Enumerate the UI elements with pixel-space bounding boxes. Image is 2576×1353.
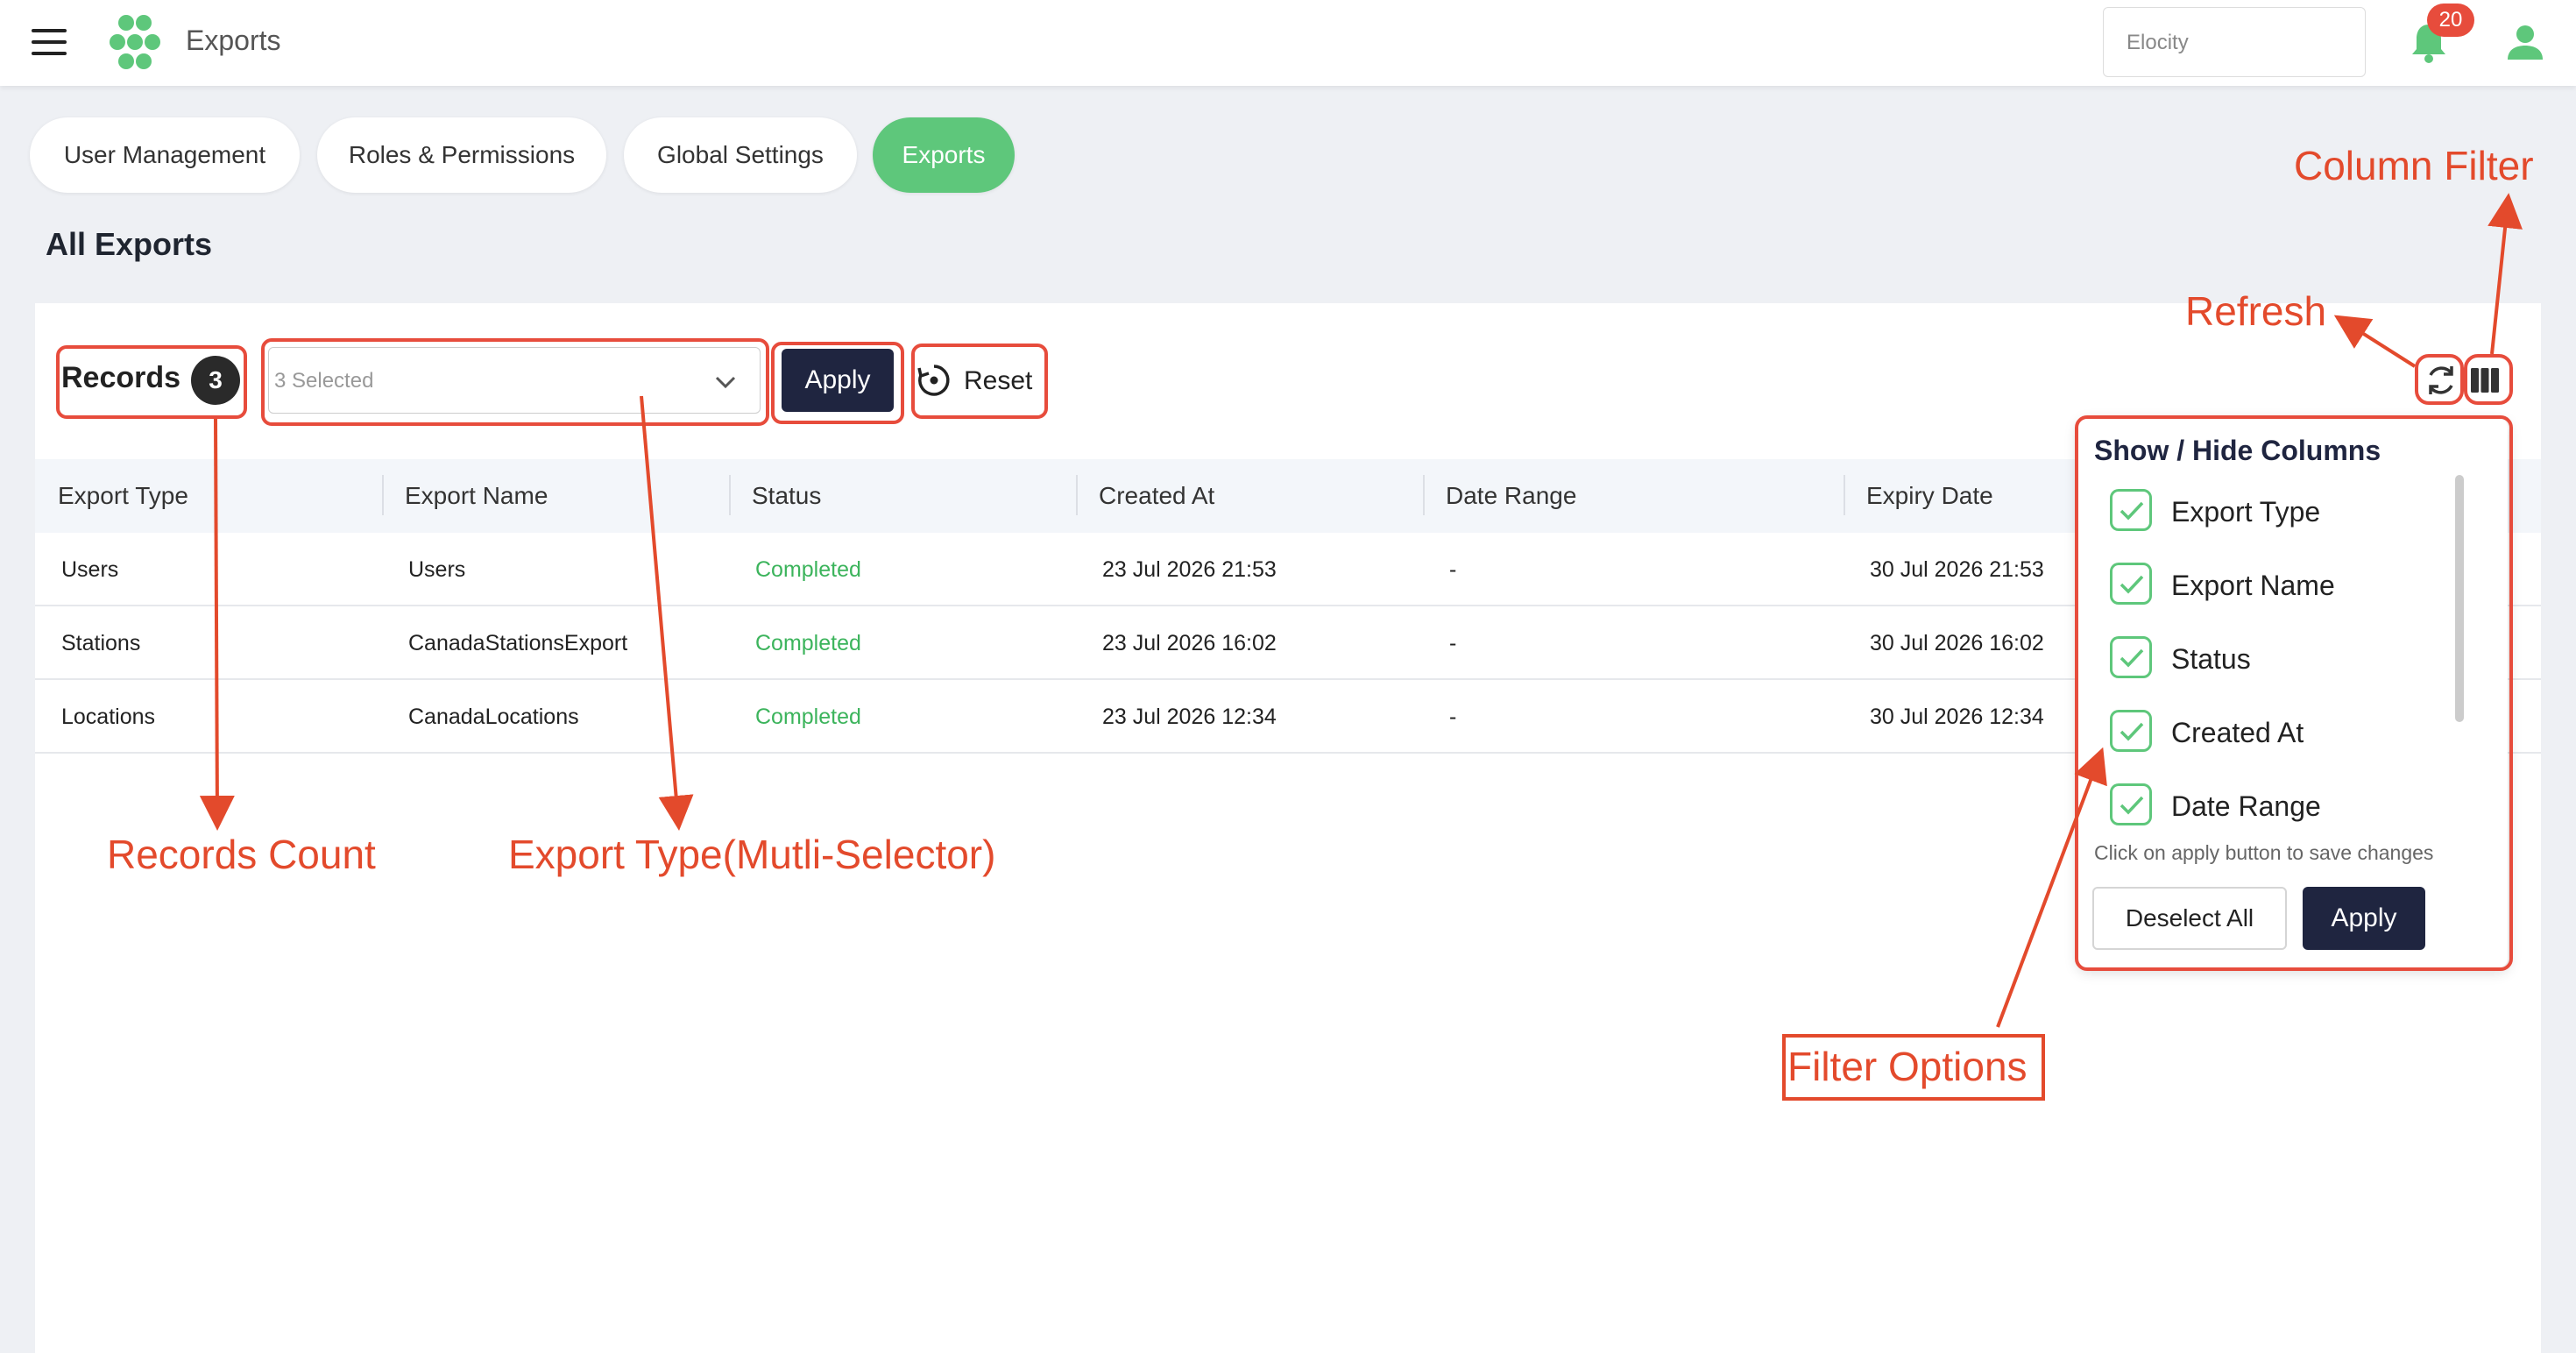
arrow-refresh xyxy=(2333,315,2417,368)
annotation-arrows xyxy=(199,193,2523,1028)
arrow-export-type xyxy=(640,395,694,831)
arrow-records xyxy=(199,418,235,831)
arrow-column-filter xyxy=(2488,193,2523,355)
arrow-filter-options xyxy=(1996,747,2107,1028)
